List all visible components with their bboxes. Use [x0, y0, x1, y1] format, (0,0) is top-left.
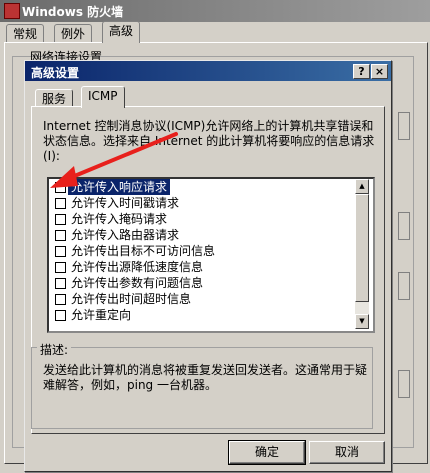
list-item-label: 允许重定向 [71, 308, 132, 322]
list-item[interactable]: 允许重定向 [49, 307, 355, 323]
checkbox[interactable] [55, 294, 66, 305]
list-item-label: 允许传入路由器请求 [71, 228, 180, 242]
background-settings-button[interactable] [398, 272, 410, 300]
checkbox[interactable] [55, 246, 66, 257]
checkbox[interactable] [55, 214, 66, 225]
list-item[interactable]: 允许传出时间超时信息 [49, 291, 355, 307]
icmp-request-list[interactable]: 允许传入响应请求 允许传入时间戳请求 允许传入掩码请求 允许传入路由器请求 允许… [47, 177, 375, 333]
background-settings-button[interactable] [398, 112, 410, 140]
help-button[interactable]: ? [353, 64, 370, 79]
list-scrollbar[interactable]: ▲ ▼ [355, 179, 369, 329]
list-item[interactable]: 允许传入掩码请求 [49, 211, 355, 227]
advanced-settings-dialog: 高级设置 ? × 服务 ICMP Internet 控制消息协议(ICMP)允许… [24, 60, 392, 472]
tab-exceptions[interactable]: 例外 [54, 24, 93, 43]
scroll-up-icon[interactable]: ▲ [355, 179, 369, 194]
description-group-label: 描述: [37, 341, 72, 358]
list-item-label: 允许传出时间超时信息 [71, 292, 192, 306]
annotation-arrow-icon [50, 132, 178, 188]
description-text: 发送给此计算机的消息将被重复发送回发送者。这通常用于疑难解答，例如，ping 一… [43, 363, 368, 392]
list-item-label: 允许传出源降低速度信息 [71, 260, 204, 274]
list-item[interactable]: 允许传出参数有问题信息 [49, 275, 355, 291]
background-window-title: Windows 防火墙 [22, 5, 124, 19]
cancel-button[interactable]: 取消 [309, 441, 385, 464]
dialog-title: 高级设置 [31, 66, 80, 80]
checkbox[interactable] [55, 262, 66, 273]
tab-icmp[interactable]: ICMP [81, 86, 125, 108]
list-item[interactable]: 允许传出目标不可访问信息 [49, 243, 355, 259]
background-window-titlebar: Windows 防火墙 [0, 0, 430, 22]
background-settings-button[interactable] [398, 212, 410, 240]
list-item-label: 允许传入掩码请求 [71, 212, 168, 226]
scroll-down-icon[interactable]: ▼ [355, 314, 369, 329]
list-item-label: 允许传出参数有问题信息 [71, 276, 204, 290]
scroll-thumb[interactable] [355, 194, 369, 302]
list-item[interactable]: 允许传入路由器请求 [49, 227, 355, 243]
checkbox[interactable] [55, 230, 66, 241]
list-item[interactable]: 允许传出源降低速度信息 [49, 259, 355, 275]
list-item-label: 允许传出目标不可访问信息 [71, 244, 216, 258]
checkbox[interactable] [55, 278, 66, 289]
dialog-titlebar: 高级设置 ? × [25, 61, 391, 81]
background-settings-button[interactable] [398, 370, 410, 398]
checkbox[interactable] [55, 198, 66, 209]
ok-button[interactable]: 确定 [228, 440, 306, 465]
checkbox[interactable] [55, 310, 66, 321]
tab-advanced[interactable]: 高级 [102, 21, 141, 43]
close-button[interactable]: × [371, 64, 388, 79]
firewall-app-icon [4, 3, 20, 19]
tab-general[interactable]: 常规 [6, 24, 45, 43]
